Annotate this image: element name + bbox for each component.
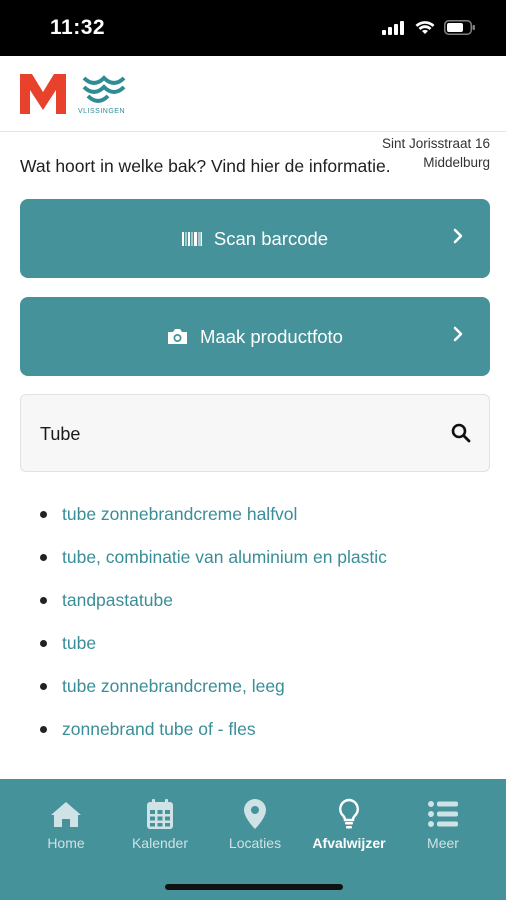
bottom-tab-bar: Home Kalender Locaties Afvalwijzer Meer: [0, 779, 506, 900]
address-line-2: Middelburg: [423, 155, 490, 170]
product-photo-label: Maak productfoto: [200, 325, 343, 347]
home-icon: [18, 797, 114, 831]
status-icons: [382, 20, 476, 35]
search-results-list: tube zonnebrandcreme halfvol tube, combi…: [40, 500, 387, 758]
tab-meer[interactable]: Meer: [395, 797, 491, 851]
tab-locaties-label: Locaties: [228, 835, 282, 851]
scan-barcode-button[interactable]: Scan barcode: [20, 199, 490, 278]
tab-locaties[interactable]: Locaties: [207, 797, 303, 851]
tab-home-label: Home: [47, 835, 85, 851]
search-result-link[interactable]: tube, combinatie van aluminium en plasti…: [40, 543, 387, 586]
tab-home[interactable]: Home: [18, 797, 114, 851]
address: Sint Jorisstraat 16 Middelburg: [382, 134, 490, 172]
search-result-link[interactable]: tube zonnebrandcreme, leeg: [40, 672, 387, 715]
barcode-icon: [181, 231, 202, 247]
scan-barcode-label: Scan barcode: [213, 227, 329, 249]
status-bar: 11:32: [0, 0, 506, 56]
svg-text:VLISSINGEN: VLISSINGEN: [78, 108, 125, 114]
tab-kalender-label: Kalender: [131, 835, 189, 851]
calendar-icon: [112, 797, 208, 831]
signal-icon: [382, 20, 404, 35]
search-result-link[interactable]: tube zonnebrandcreme halfvol: [40, 500, 387, 543]
tab-meer-label: Meer: [427, 835, 459, 851]
battery-icon: [444, 20, 475, 35]
tab-kalender[interactable]: Kalender: [112, 797, 208, 851]
tab-afvalwijzer-label: Afvalwijzer: [312, 835, 386, 851]
chevron-right-icon: [453, 325, 463, 347]
status-time: 11:32: [50, 16, 106, 39]
lightbulb-icon: [301, 797, 397, 831]
middelburg-logo-icon: [20, 74, 66, 114]
search-input-value: Tube: [40, 424, 81, 444]
search-result-link[interactable]: tandpastatube: [40, 586, 387, 629]
address-line-1: Sint Jorisstraat 16: [381, 136, 490, 151]
search-icon[interactable]: [451, 423, 471, 448]
camera-icon: [167, 328, 188, 345]
home-indicator[interactable]: [165, 884, 343, 890]
tab-afvalwijzer[interactable]: Afvalwijzer: [301, 797, 397, 851]
product-photo-button[interactable]: Maak productfoto: [20, 297, 490, 376]
menu-list-icon: [395, 797, 491, 831]
app-header: VLISSINGEN Sint Jorisstraat 16 Middelbur…: [0, 56, 506, 170]
intro-text: Wat hoort in welke bak? Vind hier de inf…: [20, 156, 391, 176]
search-result-link[interactable]: tube: [40, 629, 387, 672]
location-pin-icon: [207, 797, 303, 831]
wifi-icon: [415, 20, 435, 34]
search-input[interactable]: Tube: [20, 394, 490, 472]
chevron-right-icon: [453, 227, 463, 249]
search-result-link[interactable]: zonnebrand tube of - fles: [40, 715, 387, 758]
vlissingen-logo-icon: VLISSINGEN: [78, 75, 126, 114]
